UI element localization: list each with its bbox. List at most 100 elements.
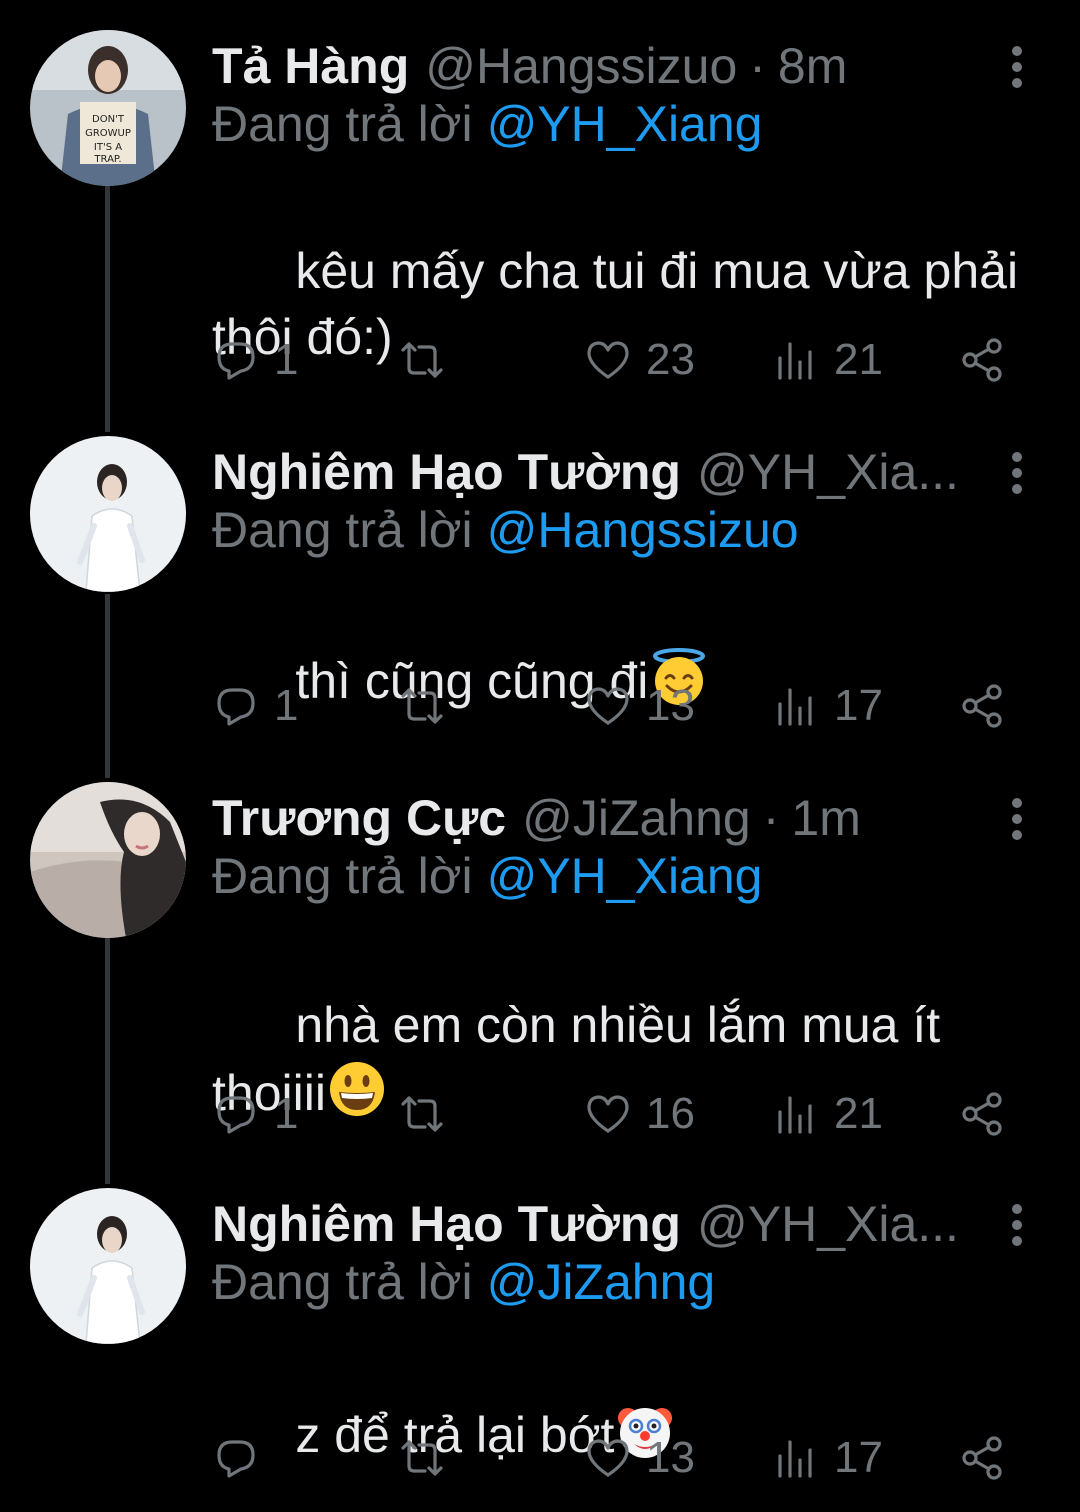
reply-count: 1 bbox=[274, 335, 299, 384]
timestamp[interactable]: 8m bbox=[778, 36, 847, 96]
replying-to: Đang trả lời @JiZahng bbox=[212, 1250, 715, 1314]
tweet-text: nhà em còn nhiều lắm mua ít thoiiii bbox=[212, 926, 1032, 1192]
avatar[interactable] bbox=[30, 1188, 186, 1344]
share-button[interactable] bbox=[958, 676, 1020, 736]
separator-dot: · bbox=[762, 790, 780, 846]
tweet[interactable]: DON'T GROWUP IT'S A TRAP. Tả Hàng @Hangs… bbox=[0, 30, 1080, 390]
views-count: 21 bbox=[834, 335, 883, 384]
retweet-button[interactable] bbox=[398, 676, 460, 736]
reply-mention[interactable]: @YH_Xiang bbox=[487, 96, 763, 152]
share-icon bbox=[962, 1092, 1002, 1136]
tweet-header: Nghiêm Hạo Tường @YH_Xia... bbox=[212, 1194, 1002, 1254]
reply-button[interactable]: 1 bbox=[212, 676, 298, 736]
reply-bubble-icon bbox=[217, 688, 255, 726]
replying-to: Đang trả lời @YH_Xiang bbox=[212, 92, 762, 156]
like-count: 13 bbox=[646, 681, 695, 730]
svg-text:GROWUP: GROWUP bbox=[85, 128, 131, 139]
avatar[interactable] bbox=[30, 782, 186, 938]
reply-mention[interactable]: @JiZahng bbox=[487, 1254, 716, 1310]
svg-text:IT'S A: IT'S A bbox=[94, 142, 122, 153]
avatar[interactable] bbox=[30, 436, 186, 592]
replying-to: Đang trả lời @Hangssizuo bbox=[212, 498, 799, 562]
more-vertical-icon[interactable] bbox=[1000, 1198, 1034, 1252]
share-button[interactable] bbox=[958, 1084, 1020, 1144]
tweet[interactable]: Nghiêm Hạo Tường @YH_Xia... Đang trả lời… bbox=[0, 436, 1080, 736]
tweet-header: Trương Cực @JiZahng · 1m bbox=[212, 788, 1002, 848]
like-count: 16 bbox=[646, 1089, 695, 1138]
retweet-icon bbox=[401, 1096, 443, 1132]
replying-prefix: Đang trả lời bbox=[212, 96, 473, 152]
tweet-actions: 13 17 bbox=[0, 1428, 1080, 1488]
retweet-icon bbox=[401, 1440, 443, 1476]
tweet-text: kêu mấy cha tui đi mua vừa phải thôi đó:… bbox=[212, 172, 1032, 436]
retweet-icon bbox=[401, 342, 443, 378]
reply-bubble-icon bbox=[217, 1440, 255, 1478]
display-name[interactable]: Nghiêm Hạo Tường bbox=[212, 1194, 681, 1254]
retweet-button[interactable] bbox=[398, 1428, 460, 1488]
views-bar-icon bbox=[778, 688, 812, 726]
svg-text:DON'T: DON'T bbox=[92, 114, 125, 125]
user-handle[interactable]: @YH_Xia... bbox=[697, 442, 959, 502]
views-button[interactable]: 21 bbox=[772, 330, 883, 390]
views-button[interactable]: 21 bbox=[772, 1084, 883, 1144]
more-vertical-icon[interactable] bbox=[1000, 446, 1034, 500]
heart-icon bbox=[587, 1095, 629, 1133]
reply-count: 1 bbox=[274, 681, 299, 730]
tweet-actions: 1 16 21 bbox=[0, 1084, 1080, 1144]
retweet-button[interactable] bbox=[398, 1084, 460, 1144]
more-vertical-icon[interactable] bbox=[1000, 792, 1034, 846]
tweet-header: Tả Hàng @Hangssizuo · 8m bbox=[212, 36, 1002, 96]
like-button[interactable]: 13 bbox=[584, 676, 695, 736]
heart-icon bbox=[587, 687, 629, 725]
tweet-actions: 1 23 21 bbox=[0, 330, 1080, 390]
replying-prefix: Đang trả lời bbox=[212, 1254, 473, 1310]
display-name[interactable]: Trương Cực bbox=[212, 788, 506, 848]
views-bar-icon bbox=[778, 1096, 812, 1134]
retweet-button[interactable] bbox=[398, 330, 460, 390]
user-handle[interactable]: @YH_Xia... bbox=[697, 1194, 959, 1254]
like-button[interactable]: 23 bbox=[584, 330, 695, 390]
replying-to: Đang trả lời @YH_Xiang bbox=[212, 844, 762, 908]
share-icon bbox=[962, 1436, 1002, 1480]
views-bar-icon bbox=[778, 1440, 812, 1478]
share-icon bbox=[962, 338, 1002, 382]
heart-icon bbox=[587, 341, 629, 379]
user-handle[interactable]: @Hangssizuo bbox=[425, 36, 737, 96]
reply-button[interactable] bbox=[212, 1428, 274, 1488]
more-vertical-icon[interactable] bbox=[1000, 40, 1034, 94]
like-count: 13 bbox=[646, 1433, 695, 1482]
like-count: 23 bbox=[646, 335, 695, 384]
heart-icon bbox=[587, 1439, 629, 1477]
avatar[interactable]: DON'T GROWUP IT'S A TRAP. bbox=[30, 30, 186, 186]
tweet-actions: 1 13 17 bbox=[0, 676, 1080, 736]
display-name[interactable]: Tả Hàng bbox=[212, 36, 409, 96]
reply-bubble-icon bbox=[217, 1096, 255, 1134]
reply-bubble-icon bbox=[217, 342, 255, 380]
like-button[interactable]: 16 bbox=[584, 1084, 695, 1144]
replying-prefix: Đang trả lời bbox=[212, 848, 473, 904]
reply-mention[interactable]: @YH_Xiang bbox=[487, 848, 763, 904]
separator-dot: · bbox=[749, 38, 766, 94]
reply-button[interactable]: 1 bbox=[212, 1084, 298, 1144]
reply-button[interactable]: 1 bbox=[212, 330, 298, 390]
views-button[interactable]: 17 bbox=[772, 1428, 883, 1488]
like-button[interactable]: 13 bbox=[584, 1428, 695, 1488]
share-icon bbox=[962, 684, 1002, 728]
tweet-header: Nghiêm Hạo Tường @YH_Xia... bbox=[212, 442, 1002, 502]
share-button[interactable] bbox=[958, 1428, 1020, 1488]
views-bar-icon bbox=[778, 342, 812, 380]
timestamp[interactable]: 1m bbox=[791, 788, 860, 848]
tweet-thread: DON'T GROWUP IT'S A TRAP. Tả Hàng @Hangs… bbox=[0, 0, 1080, 1512]
svg-text:TRAP.: TRAP. bbox=[93, 154, 121, 165]
reply-count: 1 bbox=[274, 1089, 299, 1138]
user-handle[interactable]: @JiZahng bbox=[522, 788, 751, 848]
replying-prefix: Đang trả lời bbox=[212, 502, 473, 558]
display-name[interactable]: Nghiêm Hạo Tường bbox=[212, 442, 681, 502]
reply-mention[interactable]: @Hangssizuo bbox=[487, 502, 799, 558]
retweet-icon bbox=[401, 688, 443, 724]
share-button[interactable] bbox=[958, 330, 1020, 390]
tweet[interactable]: Trương Cực @JiZahng · 1m Đang trả lời @Y… bbox=[0, 782, 1080, 1142]
views-count: 17 bbox=[834, 1433, 883, 1482]
tweet[interactable]: Nghiêm Hạo Tường @YH_Xia... Đang trả lời… bbox=[0, 1188, 1080, 1498]
views-button[interactable]: 17 bbox=[772, 676, 883, 736]
